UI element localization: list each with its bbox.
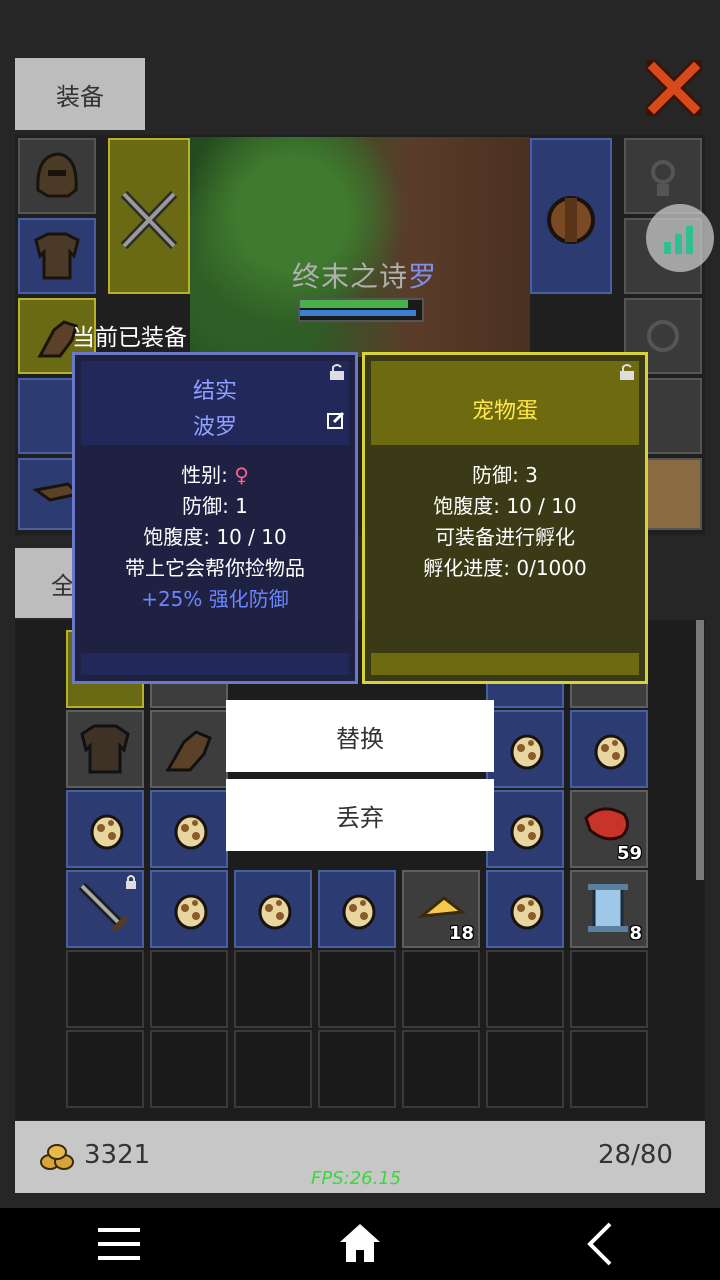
pet-egg-icon: [258, 894, 292, 930]
player-name: 终末之诗罗: [292, 260, 438, 293]
item-title-line2: 波罗: [192, 415, 237, 440]
slot-armor[interactable]: [18, 218, 96, 294]
status-strip: [0, 0, 720, 40]
inventory-slot-empty[interactable]: [318, 950, 396, 1028]
inventory-slot[interactable]: [150, 710, 228, 788]
new-item-card: 宠物蛋 防御: 3 饱腹度: 10 / 10 可装备进行孵化 孵化进度: 0/1…: [362, 352, 648, 684]
current-item-card: 结实 波罗 性别: ♀ 防御: 1 饱腹度: 10 / 10 带上它会帮你捡物品…: [72, 352, 358, 684]
item-title: 宠物蛋: [471, 399, 538, 424]
pet-egg-icon: [510, 894, 544, 930]
inventory-slot-empty[interactable]: [318, 1030, 396, 1108]
gold-coins-icon: [40, 1144, 74, 1170]
menu-icon[interactable]: [98, 1226, 140, 1262]
stat-bonus: +25% 强化防御: [141, 587, 289, 611]
stat-ability: 带上它会帮你捡物品: [125, 556, 305, 580]
slot-helmet[interactable]: [18, 138, 96, 214]
inventory-slot[interactable]: [318, 870, 396, 948]
pet-egg-icon: [174, 894, 208, 930]
equipped-label: 当前已装备: [72, 325, 187, 351]
stat-hatchable: 可装备进行孵化: [435, 525, 575, 549]
inventory-slot[interactable]: [570, 710, 648, 788]
inventory-slot[interactable]: 18: [402, 870, 480, 948]
inventory-slot-empty[interactable]: [234, 1030, 312, 1108]
tab-equipment[interactable]: 装备: [15, 58, 145, 130]
card-footer: [371, 653, 639, 675]
inventory-slot-empty[interactable]: [402, 950, 480, 1028]
item-quantity: 18: [448, 923, 474, 944]
inventory-slot-empty[interactable]: [402, 1030, 480, 1108]
armor-icon: [34, 232, 80, 280]
pet-egg-icon: [510, 814, 544, 850]
inventory-slot[interactable]: [486, 790, 564, 868]
inventory-slot[interactable]: [66, 870, 144, 948]
mana-fill: [300, 310, 416, 316]
close-icon: [642, 56, 706, 120]
shield-icon: [547, 196, 595, 244]
floating-stats-button[interactable]: [646, 204, 714, 272]
inventory-slot[interactable]: [66, 790, 144, 868]
item-title-line1: 结实: [192, 379, 237, 404]
inventory-slot-empty[interactable]: [150, 950, 228, 1028]
replace-button[interactable]: 替换: [226, 700, 494, 772]
slot-weapon[interactable]: [108, 138, 190, 294]
slot-accessory-1[interactable]: [624, 138, 702, 214]
stat-defense: 防御: 1: [182, 494, 248, 518]
back-icon[interactable]: [586, 1222, 614, 1266]
rename-icon[interactable]: [327, 411, 345, 429]
pet-egg-icon: [510, 734, 544, 770]
inventory-slot-empty[interactable]: [150, 1030, 228, 1108]
gloves-icon: [165, 730, 212, 772]
card-footer: [81, 653, 349, 675]
helmet-icon: [36, 152, 78, 198]
unlock-icon[interactable]: [617, 363, 637, 381]
stat-hatch-progress: 孵化进度: 0/1000: [423, 556, 587, 580]
item-quantity: 8: [629, 923, 642, 944]
pet-egg-icon: [594, 734, 628, 770]
close-button[interactable]: [642, 56, 706, 120]
unlock-icon[interactable]: [327, 363, 347, 381]
inventory-slot-empty[interactable]: [570, 950, 648, 1028]
signal-bars-icon: [664, 226, 693, 254]
item-quantity: 59: [616, 843, 642, 864]
gold-amount: 3321: [84, 1140, 151, 1170]
inventory-slot-empty[interactable]: [570, 1030, 648, 1108]
inventory-slot-empty[interactable]: [486, 950, 564, 1028]
inventory-slot-empty[interactable]: [234, 950, 312, 1028]
inventory-slot-empty[interactable]: [486, 1030, 564, 1108]
health-fill: [300, 300, 408, 308]
pet-egg-icon: [90, 814, 124, 850]
inventory-slot[interactable]: [486, 710, 564, 788]
discard-button[interactable]: 丢弃: [226, 779, 494, 851]
inventory-slot[interactable]: 59: [570, 790, 648, 868]
stat-gender: 性别: ♀: [181, 463, 249, 487]
inventory-slot-empty[interactable]: [66, 950, 144, 1028]
inventory-slot[interactable]: [486, 870, 564, 948]
stat-defense: 防御: 3: [472, 463, 538, 487]
stat-satiety: 饱腹度: 10 / 10: [433, 494, 577, 518]
amulet-icon: [651, 160, 675, 196]
inventory-slot[interactable]: 8: [570, 870, 648, 948]
inventory-slot[interactable]: [150, 870, 228, 948]
fps-counter: FPS:26.15: [311, 1168, 402, 1189]
slot-shield[interactable]: [530, 138, 612, 294]
home-icon[interactable]: [338, 1222, 382, 1264]
armor-icon: [80, 724, 130, 774]
lock-icon: [126, 875, 136, 889]
inventory-slot-empty[interactable]: [66, 1030, 144, 1108]
inventory-scrollbar[interactable]: [696, 620, 704, 880]
inventory-slot[interactable]: [150, 790, 228, 868]
stat-satiety: 饱腹度: 10 / 10: [143, 525, 287, 549]
filter-tab-all[interactable]: 全: [15, 548, 77, 618]
inventory-slot[interactable]: [66, 710, 144, 788]
pet-egg-icon: [174, 814, 208, 850]
inventory-capacity: 28/80: [598, 1140, 673, 1170]
inventory-slot[interactable]: [234, 870, 312, 948]
crossed-swords-icon: [120, 190, 178, 250]
pet-egg-icon: [342, 894, 376, 930]
character-scene: [190, 137, 530, 357]
